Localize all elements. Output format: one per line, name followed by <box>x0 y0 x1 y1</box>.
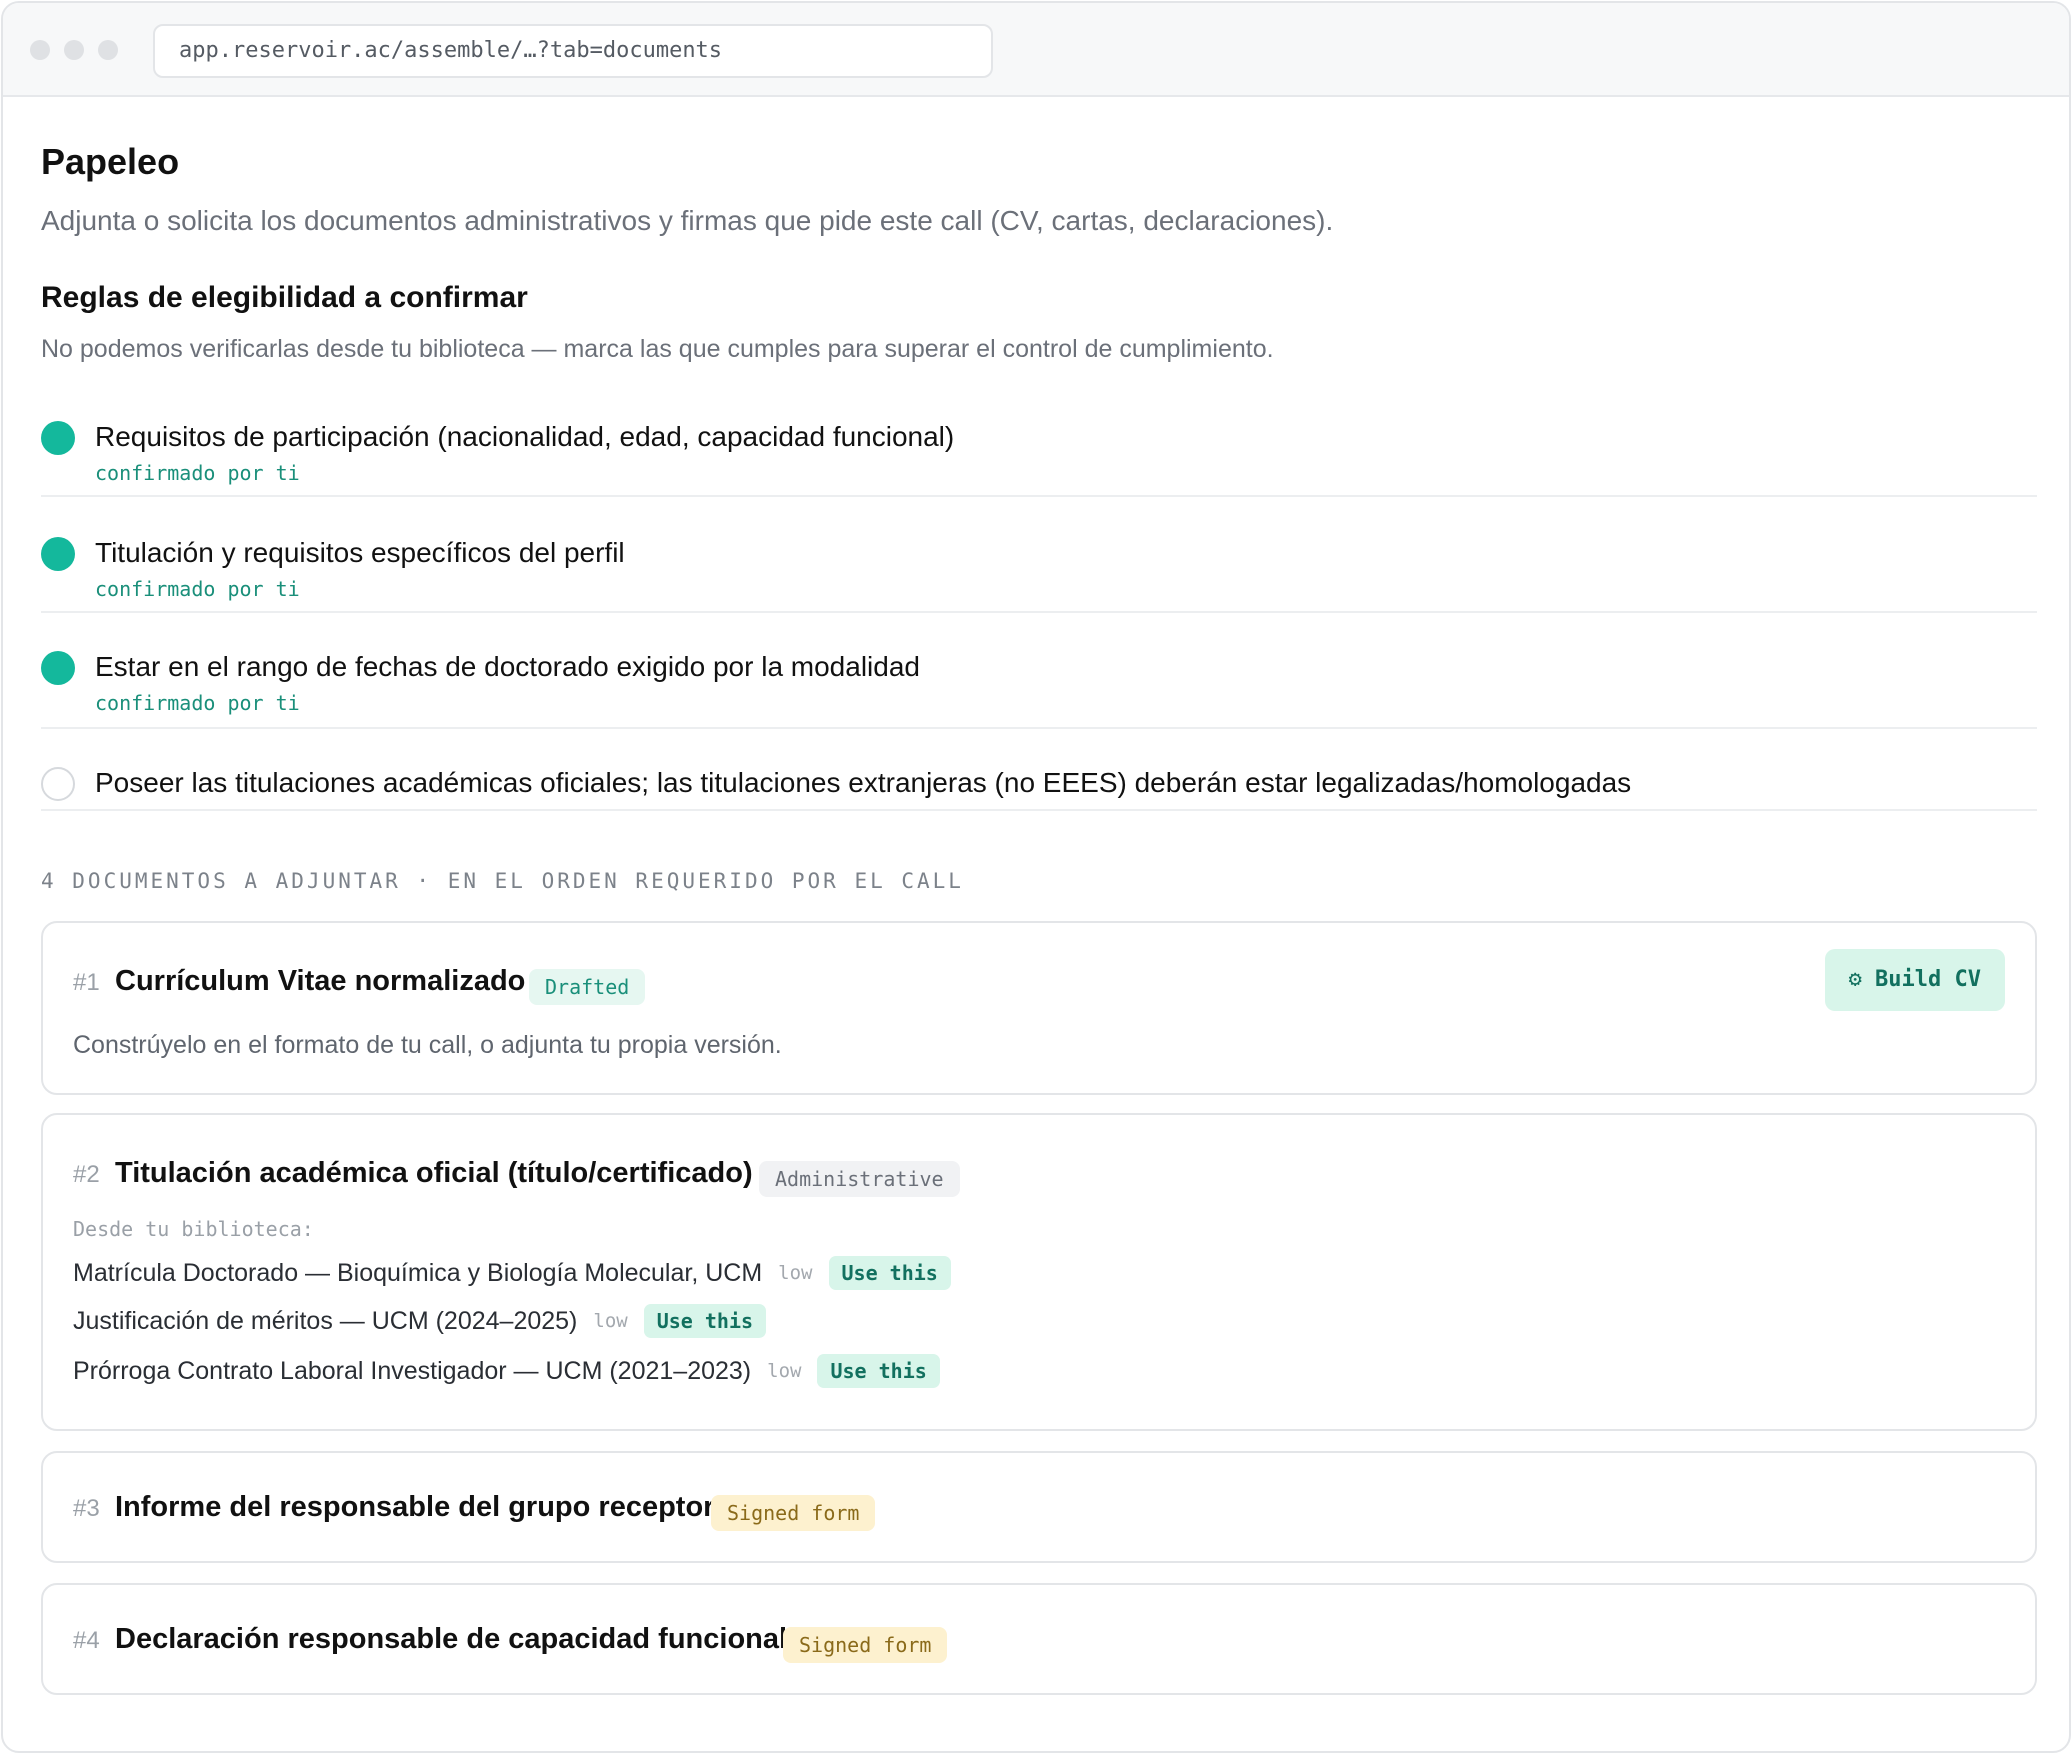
rule-label: Estar en el rango de fechas de doctorado… <box>95 651 920 682</box>
window-minimize-dot[interactable] <box>64 40 84 60</box>
status-badge: Signed form <box>711 1495 876 1531</box>
checked-circle-icon[interactable] <box>41 421 75 455</box>
rule-status: confirmado por ti <box>95 461 300 485</box>
match-confidence: low <box>767 1360 802 1382</box>
document-title: Informe del responsable del grupo recept… <box>115 1491 715 1523</box>
document-title: Currículum Vitae normalizado <box>115 965 526 997</box>
browser-window: app.reservoir.ac/assemble/…?tab=document… <box>1 1 2071 1753</box>
build-cv-button[interactable]: ⚙ Build CV <box>1824 949 2005 1011</box>
address-bar[interactable]: app.reservoir.ac/assemble/…?tab=document… <box>153 24 993 78</box>
status-badge: Signed form <box>783 1627 948 1663</box>
document-description: Constrúyelo en el formato de tu call, o … <box>73 1031 782 1059</box>
document-title: Titulación académica oficial (título/cer… <box>115 1157 753 1189</box>
rule-label: Requisitos de participación (nacionalida… <box>95 421 955 452</box>
rule-item[interactable]: Requisitos de participación (nacionalida… <box>41 407 2037 497</box>
document-card: #4 Declaración responsable de capacidad … <box>41 1583 2037 1695</box>
library-suggestion: Prórroga Contrato Laboral Investigador —… <box>73 1353 940 1389</box>
checked-circle-icon[interactable] <box>41 537 75 571</box>
use-this-button[interactable]: Use this <box>828 1256 951 1290</box>
rule-status: confirmado por ti <box>95 691 300 715</box>
rule-status: confirmado por ti <box>95 577 300 601</box>
browser-toolbar: app.reservoir.ac/assemble/…?tab=document… <box>3 3 2069 97</box>
window-maximize-dot[interactable] <box>98 40 118 60</box>
rule-item[interactable]: Poseer las titulaciones académicas ofici… <box>41 729 2037 811</box>
rules-title: Reglas de elegibilidad a confirmar <box>41 281 528 314</box>
library-suggestion: Justificación de méritos — UCM (2024–202… <box>73 1303 767 1339</box>
document-card: #2 Titulación académica oficial (título/… <box>41 1113 2037 1431</box>
status-badge: Drafted <box>529 969 646 1005</box>
match-confidence: low <box>778 1262 813 1284</box>
library-item-name: Justificación de méritos — UCM (2024–202… <box>73 1306 578 1335</box>
page-title: Papeleo <box>41 141 180 182</box>
unchecked-circle-icon[interactable] <box>41 767 75 801</box>
use-this-button[interactable]: Use this <box>817 1354 940 1388</box>
rule-label: Poseer las titulaciones académicas ofici… <box>95 767 1632 798</box>
document-title: Declaración responsable de capacidad fun… <box>115 1623 788 1655</box>
documents-heading: 4 DOCUMENTOS A ADJUNTAR · EN EL ORDEN RE… <box>41 869 964 893</box>
page-subtitle: Adjunta o solicita los documentos admini… <box>41 205 1334 236</box>
document-number: #4 <box>73 1627 100 1654</box>
use-this-button[interactable]: Use this <box>643 1304 767 1338</box>
document-number: #2 <box>73 1161 100 1188</box>
rules-subtitle: No podemos verificarlas desde tu bibliot… <box>41 335 1274 363</box>
rule-item[interactable]: Estar en el rango de fechas de doctorado… <box>41 613 2037 729</box>
document-number: #1 <box>73 969 100 996</box>
checked-circle-icon[interactable] <box>41 651 75 685</box>
library-suggestion: Matrícula Doctorado — Bioquímica y Biolo… <box>73 1255 951 1291</box>
library-item-name: Matrícula Doctorado — Bioquímica y Biolo… <box>73 1258 763 1287</box>
document-number: #3 <box>73 1495 100 1522</box>
rule-label: Titulación y requisitos específicos del … <box>95 537 625 568</box>
document-card: #3 Informe del responsable del grupo rec… <box>41 1451 2037 1563</box>
window-close-dot[interactable] <box>30 40 50 60</box>
match-confidence: low <box>593 1310 628 1332</box>
document-card: #1 Currículum Vitae normalizado Drafted … <box>41 921 2037 1095</box>
category-badge: Administrative <box>759 1161 960 1197</box>
library-label: Desde tu biblioteca: <box>73 1217 314 1241</box>
rule-item[interactable]: Titulación y requisitos específicos del … <box>41 497 2037 613</box>
library-item-name: Prórroga Contrato Laboral Investigador —… <box>73 1356 752 1385</box>
